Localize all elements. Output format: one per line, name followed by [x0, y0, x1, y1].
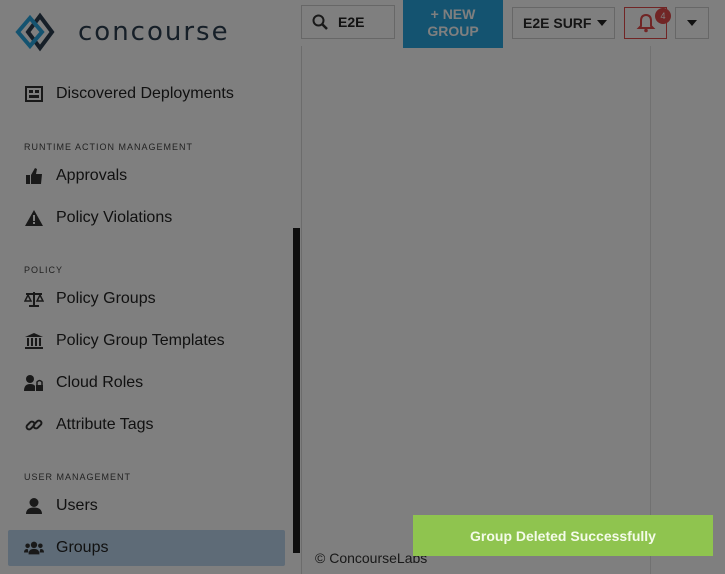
success-toast[interactable]: Group Deleted Successfully [413, 515, 713, 556]
dim-overlay [0, 0, 725, 574]
toast-message: Group Deleted Successfully [470, 527, 656, 544]
